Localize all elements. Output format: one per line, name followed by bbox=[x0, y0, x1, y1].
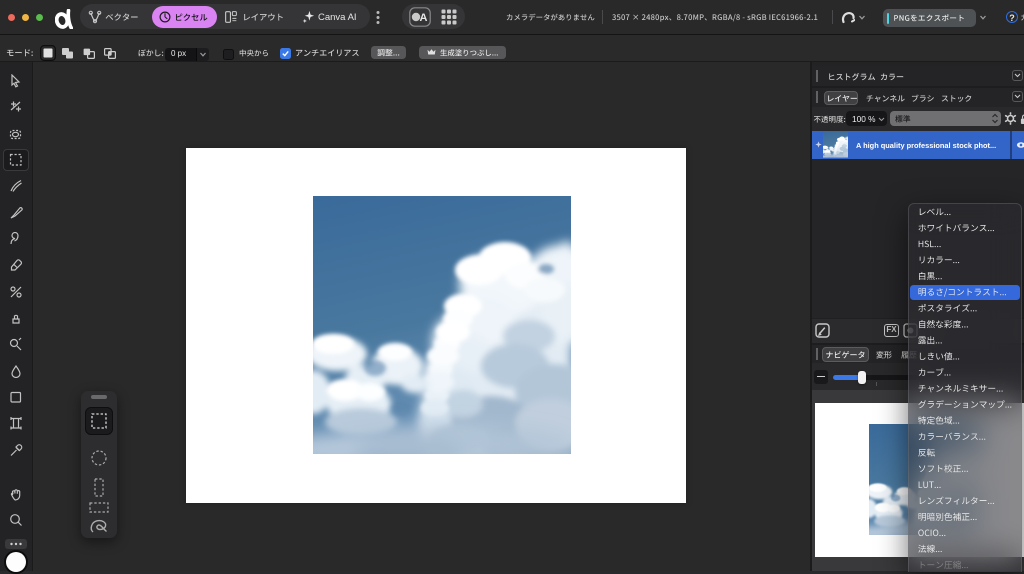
svg-text:A: A bbox=[420, 12, 428, 24]
